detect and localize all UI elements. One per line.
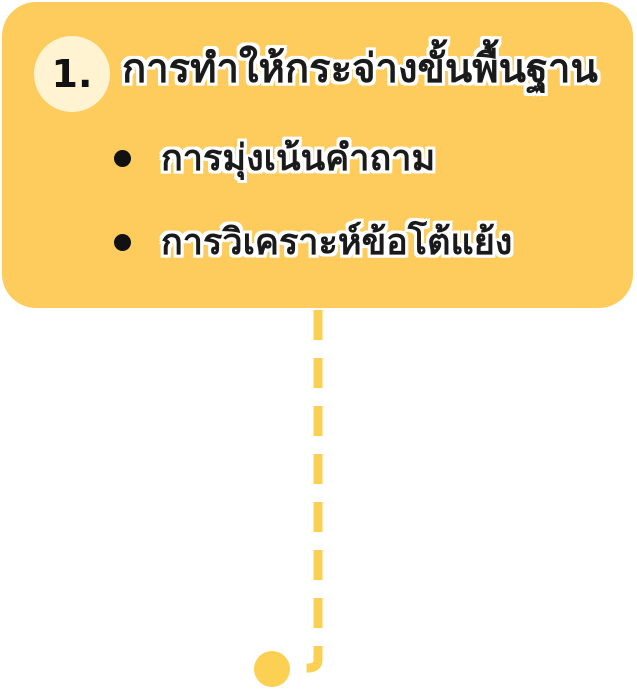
- bullet-icon: [114, 234, 131, 252]
- bullet-item: การวิเคราะห์ข้อโต้แย้ง: [114, 222, 512, 263]
- dashed-line: [292, 310, 323, 673]
- step-card: 1. การทำให้กระจ่างขั้นพื้นฐาน การมุ่งเน้…: [2, 2, 633, 308]
- bullet-text: การมุ่งเน้นคำถาม: [161, 138, 436, 179]
- bullet-item: การมุ่งเน้นคำถาม: [114, 138, 435, 179]
- step-title: การทำให้กระจ่างขั้นพื้นฐาน: [122, 46, 598, 92]
- step-number: 1.: [51, 52, 93, 96]
- bullet-text: การวิเคราะห์ข้อโต้แย้ง: [161, 222, 513, 263]
- bullet-icon: [114, 150, 131, 168]
- step-number-badge: 1.: [34, 36, 110, 112]
- connector-endpoint-dot: [254, 651, 290, 687]
